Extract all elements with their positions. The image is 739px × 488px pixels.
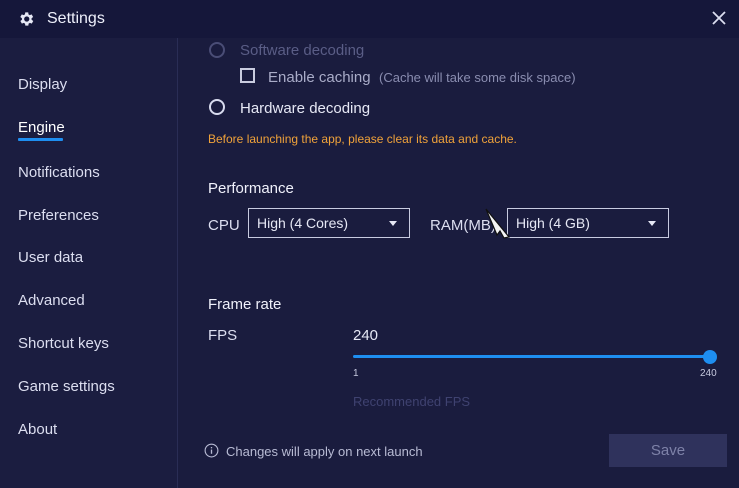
sidebar-item-notifications[interactable]: Notifications xyxy=(18,164,100,181)
hardware-decoding-radio[interactable] xyxy=(209,99,225,115)
software-decoding-radio[interactable] xyxy=(209,42,225,58)
fps-value: 240 xyxy=(353,327,379,344)
title-bar: Settings xyxy=(0,0,739,38)
clear-cache-warning: Before launching the app, please clear i… xyxy=(208,132,517,146)
enable-caching-checkbox[interactable] xyxy=(240,68,255,83)
close-icon[interactable] xyxy=(709,8,729,28)
info-icon xyxy=(204,443,219,458)
sidebar-item-engine[interactable]: Engine xyxy=(18,119,65,136)
active-tab-indicator xyxy=(18,138,63,141)
apply-on-launch-note: Changes will apply on next launch xyxy=(226,444,423,459)
performance-heading: Performance xyxy=(208,180,294,197)
save-button[interactable]: Save xyxy=(609,434,727,467)
fps-min-label: 1 xyxy=(353,368,359,379)
chevron-down-icon xyxy=(648,221,656,226)
chevron-down-icon xyxy=(389,221,397,226)
window-title: Settings xyxy=(47,10,105,27)
fps-slider-track[interactable] xyxy=(353,355,710,358)
gear-icon xyxy=(20,12,34,26)
fps-label: FPS xyxy=(208,327,238,344)
ram-select[interactable]: High (4 GB) xyxy=(507,208,669,238)
sidebar-item-display[interactable]: Display xyxy=(18,76,67,93)
sidebar: Display Engine Notifications Preferences… xyxy=(0,38,178,488)
sidebar-item-advanced[interactable]: Advanced xyxy=(18,292,85,309)
caching-hint: (Cache will take some disk space) xyxy=(379,70,576,85)
fps-max-label: 240 xyxy=(700,368,717,379)
frame-rate-heading: Frame rate xyxy=(208,296,282,313)
fps-slider-thumb[interactable] xyxy=(703,350,717,364)
sidebar-item-about[interactable]: About xyxy=(18,421,57,438)
hardware-decoding-label: Hardware decoding xyxy=(240,100,371,117)
sidebar-item-preferences[interactable]: Preferences xyxy=(18,207,99,224)
cpu-select-value: High (4 Cores) xyxy=(257,215,349,231)
ram-select-value: High (4 GB) xyxy=(516,215,590,231)
mouse-cursor-icon xyxy=(485,208,511,239)
sidebar-item-user-data[interactable]: User data xyxy=(18,249,83,266)
software-decoding-label: Software decoding xyxy=(240,42,365,59)
cpu-select[interactable]: High (4 Cores) xyxy=(248,208,410,238)
sidebar-item-game-settings[interactable]: Game settings xyxy=(18,378,115,395)
cpu-label: CPU xyxy=(208,217,240,234)
sidebar-item-shortcut-keys[interactable]: Shortcut keys xyxy=(18,335,109,352)
enable-caching-label: Enable caching xyxy=(268,69,371,86)
recommended-fps-label: Recommended FPS xyxy=(353,394,471,409)
